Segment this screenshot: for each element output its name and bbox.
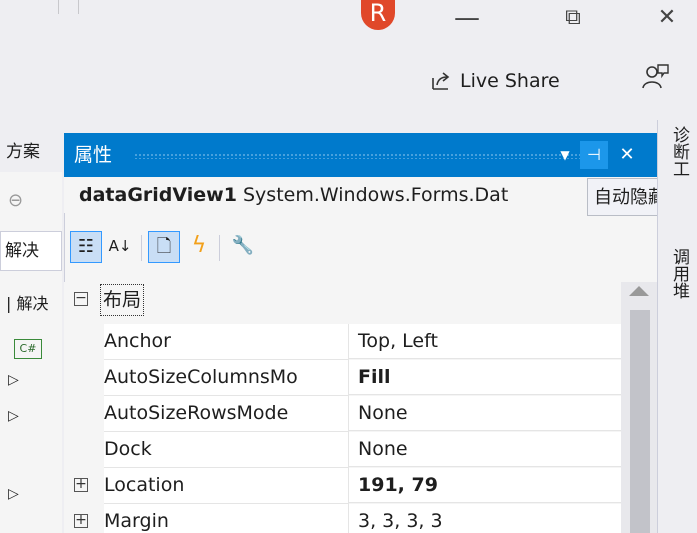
minimize-button[interactable]: — (444, 0, 490, 36)
expand-icon[interactable]: + (74, 477, 88, 492)
pin-icon[interactable]: ⊣ (580, 141, 608, 169)
properties-view-icon[interactable]: 🗋 (148, 231, 180, 263)
property-name: Location (104, 468, 349, 504)
toolbar-separator (141, 235, 142, 261)
alphabetical-view-icon[interactable]: A↓ (104, 231, 136, 263)
close-icon[interactable]: ✕ (613, 141, 641, 169)
solution-search-input[interactable]: 解决 (0, 231, 62, 271)
close-button[interactable]: ✕ (644, 0, 690, 36)
property-name: AutoSizeColumnsMo (104, 360, 349, 396)
expand-icon[interactable]: ▷ (8, 486, 19, 502)
live-share-button[interactable]: Live Share (430, 64, 560, 98)
property-grid: − 布局 Anchor Top, Left AutoSizeColumnsMo … (64, 282, 621, 533)
tab-divider (78, 0, 79, 14)
tab-call-stack[interactable]: 调用堆 (664, 248, 692, 299)
categorized-view-icon[interactable]: ☷ (70, 231, 102, 263)
share-icon (432, 72, 450, 90)
properties-toolbar: ☷ A↓ 🗋 ϟ 🔧 (64, 227, 657, 271)
property-row[interactable]: Anchor Top, Left (64, 324, 621, 360)
category-label: 布局 (100, 284, 145, 316)
property-pages-icon[interactable]: 🔧 (227, 231, 259, 263)
object-name: dataGridView1 (79, 184, 237, 206)
property-value[interactable]: 191, 79 (349, 468, 621, 503)
object-type: System.Windows.Forms.Dat (243, 184, 509, 206)
expand-icon[interactable]: + (74, 513, 88, 528)
account-avatar[interactable]: R (361, 0, 395, 30)
feedback-icon[interactable] (640, 62, 670, 92)
property-value[interactable]: Top, Left (349, 324, 621, 359)
tab-divider (58, 0, 59, 14)
property-name: Margin (104, 504, 349, 533)
property-value[interactable]: 3, 3, 3, 3 (349, 504, 621, 533)
right-tab-strip (657, 120, 697, 533)
tree-root-item[interactable]: | 解决 (6, 290, 49, 314)
live-share-label: Live Share (460, 70, 560, 92)
tree-root-label: 解决 (16, 294, 49, 313)
property-row[interactable]: AutoSizeColumnsMo Fill (64, 360, 621, 396)
back-icon[interactable]: ⊖ (8, 190, 23, 211)
object-selector[interactable]: dataGridView1 System.Windows.Forms.Dat (64, 177, 657, 213)
category-row[interactable]: − 布局 (64, 282, 621, 318)
property-value[interactable]: Fill (349, 360, 621, 395)
csharp-project-icon: C# (14, 339, 42, 359)
scroll-up-arrow-icon[interactable] (629, 286, 649, 296)
property-row[interactable]: Dock None (64, 432, 621, 468)
property-value[interactable]: None (349, 432, 621, 467)
properties-titlebar[interactable]: 属性 ▼ ⊣ ✕ (64, 133, 657, 177)
drag-grip[interactable] (134, 153, 604, 159)
events-view-icon[interactable]: ϟ (183, 231, 215, 263)
property-name: Anchor (104, 324, 349, 360)
property-row[interactable]: AutoSizeRowsMode None (64, 396, 621, 432)
restore-button[interactable]: ⧉ (550, 0, 596, 36)
solution-explorer-tab[interactable]: 方案 (0, 132, 62, 172)
properties-title: 属性 (74, 144, 113, 166)
property-row[interactable]: + Location 191, 79 (64, 468, 621, 504)
object-selector-text: dataGridView1 System.Windows.Forms.Dat (79, 177, 508, 213)
scrollbar-thumb[interactable] (630, 310, 650, 533)
tab-diagnostics[interactable]: 诊断工 (664, 126, 692, 177)
property-name: AutoSizeRowsMode (104, 396, 349, 432)
property-row[interactable]: + Margin 3, 3, 3, 3 (64, 504, 621, 533)
property-value[interactable]: None (349, 396, 621, 431)
expand-icon[interactable]: ▷ (8, 408, 19, 424)
collapse-icon[interactable]: − (74, 291, 88, 306)
window-menu-icon[interactable]: ▼ (551, 141, 579, 169)
property-name: Dock (104, 432, 349, 468)
expand-icon[interactable]: ▷ (8, 372, 19, 388)
toolbar-separator (219, 235, 220, 261)
